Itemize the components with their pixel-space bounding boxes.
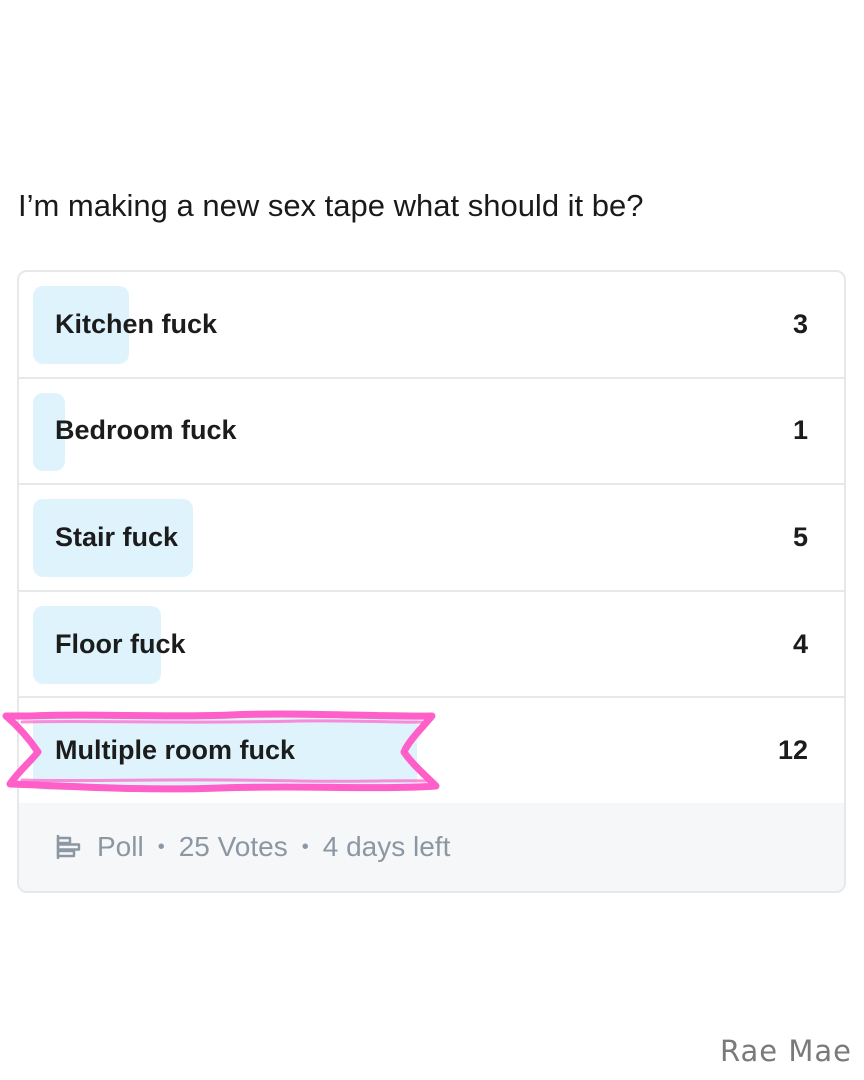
vote-count: 4 <box>792 628 808 659</box>
option-label: Stair fuck <box>55 521 179 552</box>
option-label: Floor fuck <box>55 628 186 659</box>
vote-total: 25 Votes <box>178 831 288 862</box>
vote-count: 5 <box>792 521 808 552</box>
separator-dot: • <box>301 835 309 858</box>
poll-option[interactable]: Multiple room fuck 12 <box>19 698 844 805</box>
option-label: Kitchen fuck <box>55 308 218 339</box>
watermark: Rae Mae <box>720 1034 852 1068</box>
option-label: Bedroom fuck <box>55 415 237 446</box>
poll-footer: Poll • 25 Votes • 4 days left <box>19 803 844 891</box>
poll-option[interactable]: Stair fuck 5 <box>19 485 844 592</box>
poll-type-label: Poll <box>97 831 144 862</box>
poll-option[interactable]: Floor fuck 4 <box>19 592 844 699</box>
poll-option[interactable]: Bedroom fuck 1 <box>19 379 844 486</box>
poll-icon <box>56 835 81 859</box>
poll-option[interactable]: Kitchen fuck 3 <box>19 272 844 379</box>
vote-count: 3 <box>792 308 808 339</box>
option-label: Multiple room fuck <box>55 735 296 766</box>
time-left: 4 days left <box>322 831 451 862</box>
separator-dot: • <box>157 835 165 858</box>
vote-count: 12 <box>777 735 808 766</box>
vote-count: 1 <box>792 415 808 446</box>
poll-card: Kitchen fuck 3 Bedroom fuck 1 Stair fuck… <box>17 270 846 893</box>
post-question: I’m making a new sex tape what should it… <box>18 188 644 223</box>
